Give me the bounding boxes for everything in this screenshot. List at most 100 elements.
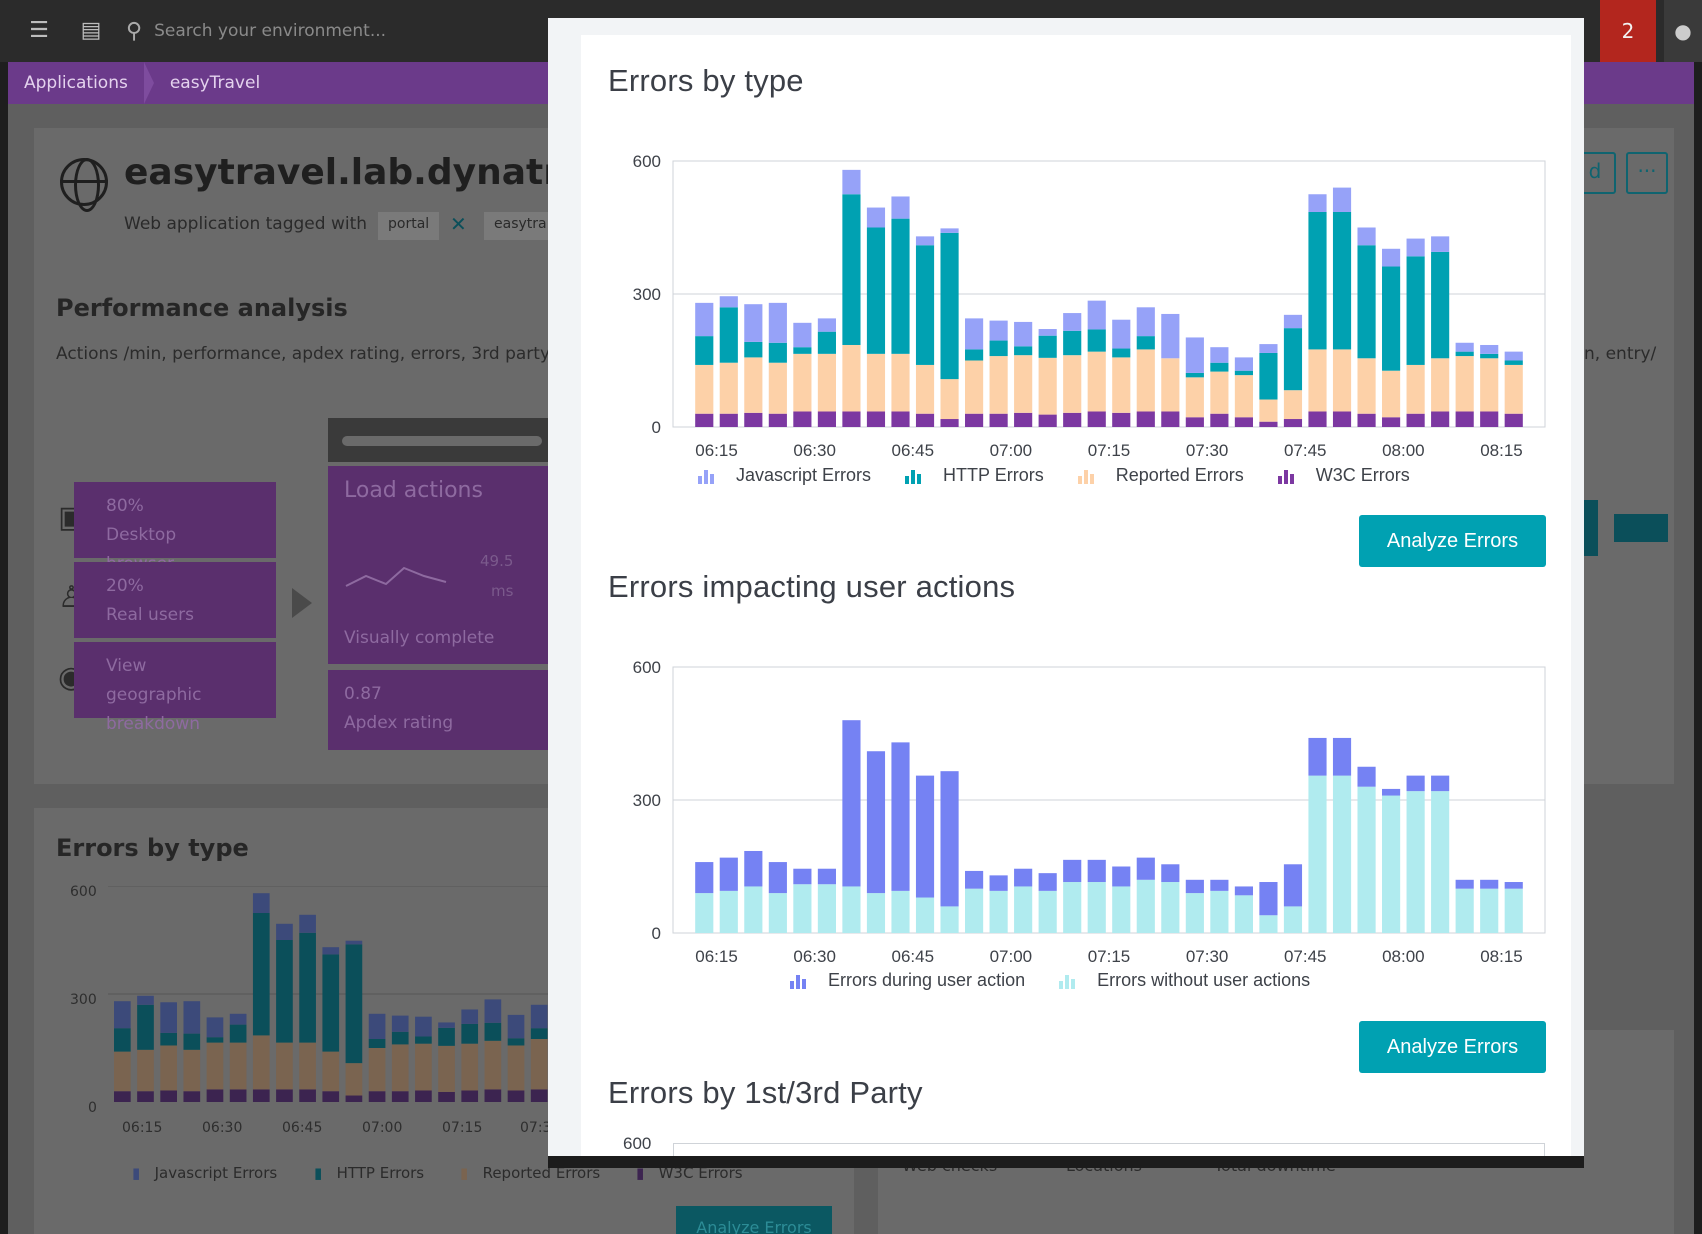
tag-easytravel[interactable]: easytra <box>484 212 557 240</box>
bar-segment-http-errors[interactable] <box>1185 372 1204 378</box>
bar-segment-errors-during-user-action[interactable] <box>1185 879 1204 894</box>
bar-segment-reported-errors[interactable] <box>695 364 714 414</box>
bar-segment-errors-during-user-action[interactable] <box>1259 882 1278 916</box>
bar-segment-w3c-errors[interactable] <box>1210 413 1229 427</box>
bar-segment-errors-during-user-action[interactable] <box>1112 866 1131 887</box>
bar-segment-w3c-errors[interactable] <box>1038 414 1057 427</box>
bar-segment-http-errors[interactable] <box>1357 245 1376 359</box>
load-actions-tile[interactable]: Load actions 49.5 ms Visually complete <box>328 466 548 664</box>
bar-segment-reported-errors[interactable] <box>1504 364 1523 414</box>
bar-segment-javascript-errors[interactable] <box>1087 300 1106 330</box>
bar-segment-javascript-errors[interactable] <box>1161 313 1180 359</box>
bar-segment-javascript-errors[interactable] <box>719 296 738 308</box>
bar-segment-errors-without-user-actions[interactable] <box>1038 890 1057 933</box>
bar-segment-w3c-errors[interactable] <box>768 413 787 427</box>
bar-segment-errors-without-user-actions[interactable] <box>1112 886 1131 933</box>
bar-segment-errors-during-user-action[interactable] <box>1332 737 1352 776</box>
bar-segment-errors-without-user-actions[interactable] <box>1259 915 1278 933</box>
bar-segment-http-errors[interactable] <box>915 245 935 365</box>
bar-segment-reported-errors[interactable] <box>1283 390 1303 420</box>
bar-segment-reported-errors[interactable] <box>719 362 738 414</box>
bar-segment-errors-without-user-actions[interactable] <box>1332 775 1352 933</box>
bar-segment-http-errors[interactable] <box>768 342 787 363</box>
bar-segment-http-errors[interactable] <box>940 232 959 380</box>
bar-segment-http-errors[interactable] <box>1210 362 1229 372</box>
bar-segment-w3c-errors[interactable] <box>866 411 886 427</box>
bar-segment-errors-during-user-action[interactable] <box>817 868 836 885</box>
bar-segment-errors-without-user-actions[interactable] <box>1480 888 1499 933</box>
bar-segment-reported-errors[interactable] <box>1406 364 1425 414</box>
bar-segment-http-errors[interactable] <box>1283 328 1303 391</box>
bar-segment-reported-errors[interactable] <box>1357 358 1376 414</box>
apdex-tile[interactable]: 0.87 Apdex rating <box>328 670 548 750</box>
bar-segment-errors-during-user-action[interactable] <box>842 720 861 887</box>
bar-segment-w3c-errors[interactable] <box>793 411 812 427</box>
legend-item-without[interactable]: Errors without user actions <box>1059 970 1310 991</box>
bar-segment-javascript-errors[interactable] <box>866 207 886 228</box>
bar-segment-javascript-errors[interactable] <box>1308 194 1327 212</box>
bar-segment-javascript-errors[interactable] <box>1357 227 1376 246</box>
bar-segment-w3c-errors[interactable] <box>1063 412 1082 427</box>
bar-segment-http-errors[interactable] <box>1406 256 1425 365</box>
bar-segment-w3c-errors[interactable] <box>940 419 959 427</box>
bar-segment-errors-without-user-actions[interactable] <box>842 886 861 933</box>
bar-segment-errors-during-user-action[interactable] <box>940 771 959 907</box>
bar-segment-javascript-errors[interactable] <box>1455 342 1474 352</box>
bar-segment-errors-during-user-action[interactable] <box>1308 737 1327 776</box>
bar-segment-w3c-errors[interactable] <box>1112 412 1131 427</box>
dashboard-icon[interactable]: ▤ <box>78 18 104 44</box>
bar-segment-http-errors[interactable] <box>842 194 861 345</box>
bar-segment-w3c-errors[interactable] <box>1014 412 1033 427</box>
bar-segment-javascript-errors[interactable] <box>1480 344 1499 354</box>
bar-segment-javascript-errors[interactable] <box>817 318 836 332</box>
bar-segment-w3c-errors[interactable] <box>817 411 836 427</box>
user-icon[interactable]: ● <box>1664 0 1702 62</box>
bar-segment-errors-without-user-actions[interactable] <box>1504 888 1523 933</box>
bar-segment-w3c-errors[interactable] <box>744 412 763 427</box>
bar-segment-javascript-errors[interactable] <box>989 320 1008 341</box>
bar-segment-javascript-errors[interactable] <box>744 304 763 342</box>
bar-segment-errors-without-user-actions[interactable] <box>1063 882 1082 933</box>
bar-segment-errors-without-user-actions[interactable] <box>1161 882 1180 933</box>
bar-segment-errors-without-user-actions[interactable] <box>866 893 886 933</box>
bar-segment-errors-without-user-actions[interactable] <box>915 897 935 933</box>
bar-segment-javascript-errors[interactable] <box>1136 307 1155 337</box>
bar-segment-javascript-errors[interactable] <box>1112 319 1131 349</box>
bar-segment-javascript-errors[interactable] <box>1063 313 1082 331</box>
tile-desktop-browser[interactable]: 80% Desktop browser <box>74 482 276 574</box>
bar-segment-errors-without-user-actions[interactable] <box>793 884 812 933</box>
bar-segment-http-errors[interactable] <box>744 341 763 358</box>
bar-segment-errors-during-user-action[interactable] <box>1455 879 1474 889</box>
bar-segment-w3c-errors[interactable] <box>1455 411 1474 427</box>
analyze-errors-button[interactable]: Analyze Errors <box>1359 515 1546 567</box>
bar-segment-javascript-errors[interactable] <box>1014 321 1033 347</box>
bar-segment-reported-errors[interactable] <box>1161 358 1180 412</box>
bar-segment-errors-without-user-actions[interactable] <box>1308 775 1327 933</box>
bar-segment-errors-without-user-actions[interactable] <box>695 893 714 933</box>
legend-item-reported[interactable]: Reported Errors <box>1077 465 1244 486</box>
bar-segment-w3c-errors[interactable] <box>1504 413 1523 427</box>
more-button[interactable]: ··· <box>1626 152 1668 194</box>
bar-segment-http-errors[interactable] <box>1259 352 1278 400</box>
bar-segment-http-errors[interactable] <box>891 218 910 354</box>
bar-segment-errors-during-user-action[interactable] <box>866 751 886 894</box>
tag-portal[interactable]: portal <box>378 212 440 240</box>
bar-segment-w3c-errors[interactable] <box>1431 411 1450 427</box>
bar-segment-javascript-errors[interactable] <box>1283 314 1303 329</box>
bar-segment-errors-during-user-action[interactable] <box>1357 766 1376 787</box>
notification-badge[interactable]: 2 <box>1600 0 1656 62</box>
bar-segment-reported-errors[interactable] <box>1455 356 1474 412</box>
search-input[interactable] <box>154 21 535 41</box>
bar-segment-w3c-errors[interactable] <box>1332 411 1352 427</box>
bar-segment-reported-errors[interactable] <box>793 353 812 412</box>
bar-segment-http-errors[interactable] <box>1038 335 1057 358</box>
legend-item-w3c[interactable]: W3C Errors <box>1277 465 1410 486</box>
bar-segment-http-errors[interactable] <box>1332 211 1352 350</box>
bar-segment-http-errors[interactable] <box>1087 329 1106 352</box>
bar-segment-reported-errors[interactable] <box>1382 370 1401 418</box>
tile-geographic-breakdown[interactable]: View geographic breakdown <box>74 642 276 734</box>
bar-segment-javascript-errors[interactable] <box>695 302 714 337</box>
bar-segment-reported-errors[interactable] <box>940 379 959 420</box>
bar-segment-w3c-errors[interactable] <box>842 411 861 427</box>
bar-segment-http-errors[interactable] <box>1014 346 1033 356</box>
